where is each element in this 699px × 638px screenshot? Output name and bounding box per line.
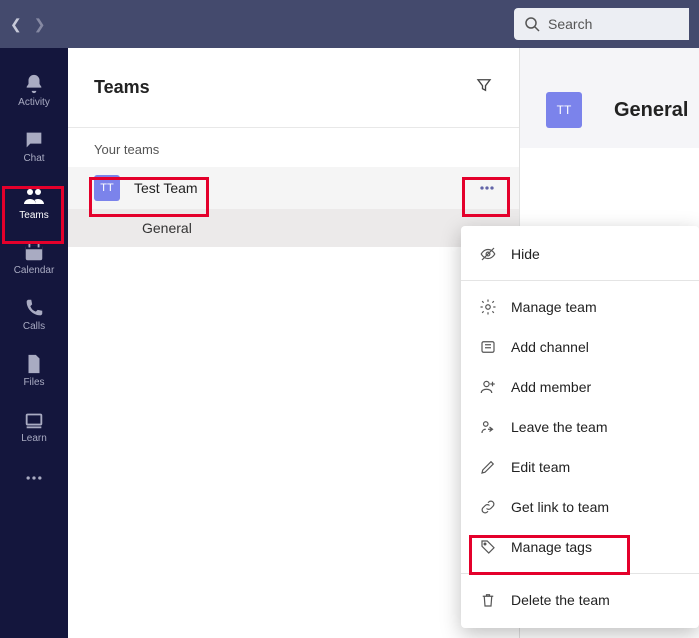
menu-manage-team[interactable]: Manage team — [461, 287, 699, 327]
rail-teams[interactable]: Teams — [0, 174, 68, 230]
menu-hide[interactable]: Hide — [461, 234, 699, 274]
trash-icon — [479, 591, 497, 609]
people-icon — [22, 184, 46, 208]
rail-more[interactable] — [0, 454, 68, 502]
channel-row[interactable]: General — [68, 209, 519, 247]
hide-icon — [479, 245, 497, 263]
rail-label: Files — [23, 377, 44, 388]
section-label: Your teams — [68, 128, 519, 167]
menu-label: Manage tags — [511, 539, 592, 555]
search-icon — [524, 16, 540, 32]
channel-icon — [479, 338, 497, 356]
teams-panel: Teams Your teams TT Test Team General — [68, 48, 520, 638]
chat-icon — [23, 129, 45, 151]
gear-icon — [479, 298, 497, 316]
leave-icon — [479, 418, 497, 436]
page-title: Teams — [94, 77, 150, 98]
filter-button[interactable] — [475, 76, 493, 99]
menu-add-channel[interactable]: Add channel — [461, 327, 699, 367]
rail-calls[interactable]: Calls — [0, 286, 68, 342]
team-avatar: TT — [94, 175, 120, 201]
rail-files[interactable]: Files — [0, 342, 68, 398]
team-name: Test Team — [134, 180, 198, 196]
menu-delete-team[interactable]: Delete the team — [461, 580, 699, 620]
rail-label: Learn — [21, 433, 47, 444]
separator — [461, 280, 699, 281]
add-person-icon — [479, 378, 497, 396]
separator — [461, 573, 699, 574]
forward-button[interactable]: ❯ — [34, 16, 46, 33]
menu-label: Leave the team — [511, 419, 608, 435]
rail-chat[interactable]: Chat — [0, 118, 68, 174]
menu-manage-tags[interactable]: Manage tags — [461, 527, 699, 567]
phone-icon — [23, 297, 45, 319]
menu-label: Add member — [511, 379, 591, 395]
menu-label: Hide — [511, 246, 540, 262]
menu-get-link[interactable]: Get link to team — [461, 487, 699, 527]
back-button[interactable]: ❮ — [10, 16, 22, 33]
menu-leave-team[interactable]: Leave the team — [461, 407, 699, 447]
rail-learn[interactable]: Learn — [0, 398, 68, 454]
history-nav: ❮ ❯ — [10, 16, 45, 33]
channel-name: General — [142, 220, 192, 236]
bell-icon — [23, 73, 45, 95]
channel-avatar: TT — [546, 92, 582, 128]
channel-title: General — [614, 99, 688, 122]
ellipsis-icon — [24, 468, 44, 488]
menu-label: Get link to team — [511, 499, 609, 515]
menu-label: Delete the team — [511, 592, 610, 608]
channel-area: TT General — [520, 48, 699, 148]
channel-header: TT General — [520, 48, 699, 148]
pencil-icon — [479, 458, 497, 476]
rail-label: Chat — [23, 153, 44, 164]
menu-label: Add channel — [511, 339, 589, 355]
rail-label: Activity — [18, 97, 50, 108]
title-bar: ❮ ❯ Search — [0, 0, 699, 48]
rail-label: Teams — [19, 210, 48, 221]
calendar-icon — [23, 241, 45, 263]
rail-label: Calendar — [14, 265, 55, 276]
team-more-button[interactable] — [469, 174, 505, 202]
ellipsis-icon — [477, 178, 497, 198]
rail-label: Calls — [23, 321, 45, 332]
learn-icon — [23, 409, 45, 431]
team-row[interactable]: TT Test Team — [68, 167, 519, 209]
app-rail: Activity Chat Teams Calendar Calls Files… — [0, 48, 68, 638]
rail-activity[interactable]: Activity — [0, 62, 68, 118]
search-placeholder: Search — [548, 16, 592, 32]
link-icon — [479, 498, 497, 516]
teams-header: Teams — [68, 48, 519, 128]
tag-icon — [479, 538, 497, 556]
menu-label: Edit team — [511, 459, 570, 475]
menu-label: Manage team — [511, 299, 597, 315]
rail-calendar[interactable]: Calendar — [0, 230, 68, 286]
menu-add-member[interactable]: Add member — [461, 367, 699, 407]
filter-icon — [475, 76, 493, 94]
search-box[interactable]: Search — [514, 8, 689, 40]
file-icon — [23, 353, 45, 375]
team-context-menu: Hide Manage team Add channel Add member … — [461, 226, 699, 628]
menu-edit-team[interactable]: Edit team — [461, 447, 699, 487]
